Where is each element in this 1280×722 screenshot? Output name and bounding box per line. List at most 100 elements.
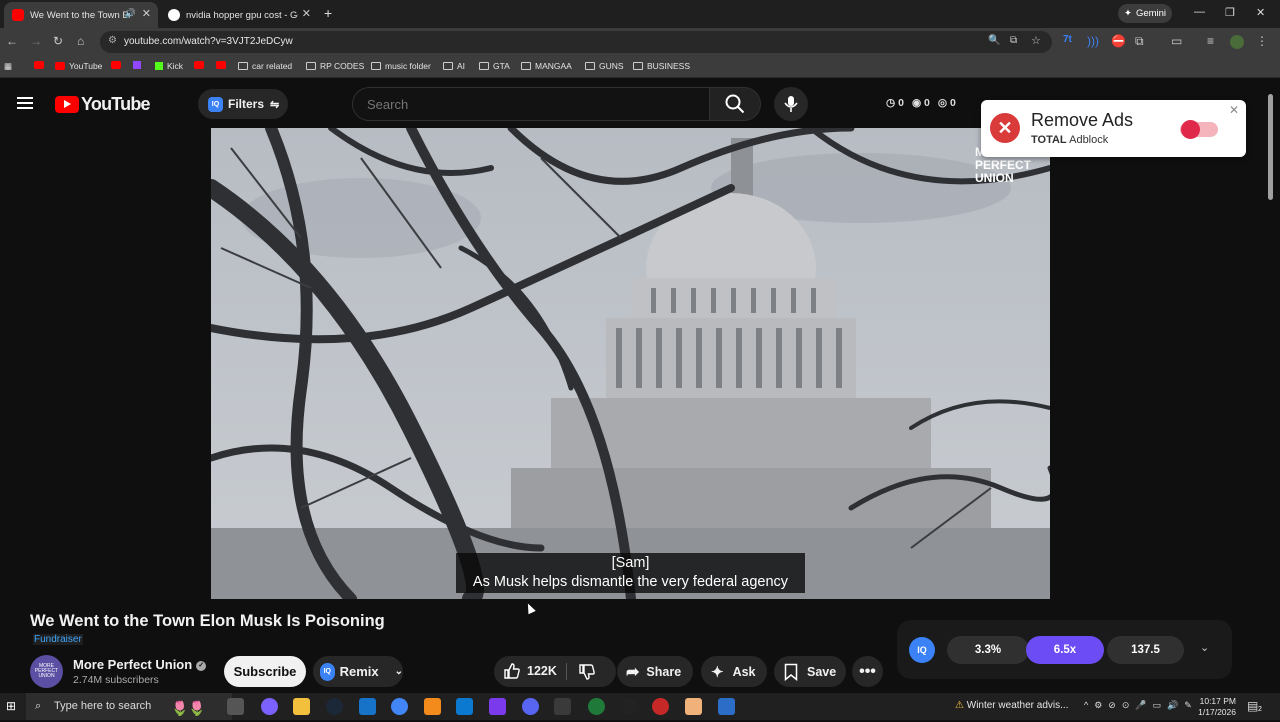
iq-icon[interactable]: IQ — [909, 637, 935, 663]
speaker-icon[interactable]: 🔊 — [125, 8, 136, 19]
taskbar-clock[interactable]: 10:17 PM 1/17/2026 — [1190, 696, 1236, 718]
app-icon[interactable] — [456, 698, 473, 715]
bookmark-folder[interactable]: music folder — [371, 61, 431, 71]
back-icon[interactable]: ← — [6, 34, 18, 48]
zoom-icon[interactable]: 🔍 — [988, 35, 1000, 46]
minimize-icon[interactable]: — — [1194, 6, 1205, 18]
app-icon[interactable] — [554, 698, 571, 715]
bookmark-folder[interactable]: MANGAA — [521, 61, 572, 71]
extensions-icon[interactable]: ⧉ — [1135, 34, 1144, 49]
logo-text: YouTube — [81, 94, 151, 114]
tab-google-search[interactable]: nvidia hopper gpu cost - Google Search ✕ — [160, 2, 318, 28]
close-tab-icon[interactable]: ✕ — [302, 7, 311, 20]
steam-icon[interactable] — [326, 698, 343, 715]
task-view-icon[interactable] — [227, 698, 244, 715]
system-tray-icons[interactable]: ^⚙⊘⊙🎤▭🔊✎ — [1084, 700, 1198, 711]
bookmark-youtube[interactable] — [216, 61, 230, 69]
bookmark-folder[interactable]: RP CODES — [306, 61, 364, 71]
bookmark-star-icon[interactable]: ☆ — [1031, 34, 1041, 47]
profile-avatar[interactable] — [1230, 35, 1244, 49]
share-button[interactable]: ➦ Share — [617, 656, 693, 687]
bookmark-folder[interactable]: GUNS — [585, 61, 624, 71]
reload-icon[interactable]: ↻ — [53, 34, 63, 48]
home-icon[interactable]: ⌂ — [77, 34, 84, 48]
close-window-icon[interactable]: ✕ — [1256, 6, 1265, 19]
notepad-icon[interactable] — [685, 698, 702, 715]
media-icon[interactable]: ≡ — [1207, 34, 1214, 48]
notification-icon[interactable]: ▤ — [1247, 699, 1258, 713]
sparkle-icon: ✦ — [1123, 8, 1132, 19]
youtube-logo[interactable]: YouTube — [55, 94, 151, 115]
copilot-icon[interactable] — [261, 698, 278, 715]
new-tab-button[interactable]: + — [324, 5, 332, 21]
extension-iq-icon[interactable]: 7t — [1063, 34, 1072, 45]
site-info-icon[interactable]: ⚙ — [108, 35, 117, 46]
filters-button[interactable]: IQ Filters ⇋ — [198, 89, 288, 119]
address-bar[interactable]: ⚙ youtube.com/watch?v=3VJT2JeDCyw 🔍 ⧉ ☆ — [100, 31, 1052, 53]
chevron-down-icon[interactable]: ⌄ — [395, 666, 403, 677]
video-player[interactable] — [211, 128, 1050, 599]
page-scrollbar[interactable] — [1266, 88, 1275, 692]
gemini-label: Gemini — [1135, 8, 1167, 19]
adblock-x-icon: ✕ — [990, 113, 1020, 143]
voice-search-button[interactable] — [774, 87, 808, 121]
bookmark-youtube[interactable] — [34, 61, 48, 69]
chevron-down-icon[interactable]: ⌄ — [1200, 641, 1209, 654]
bookmark-folder[interactable]: GTA — [479, 61, 510, 71]
gemini-button[interactable]: ✦ Gemini — [1118, 4, 1172, 23]
remix-button[interactable]: IQ Remix ⌄ — [313, 656, 403, 687]
speed-multiplier[interactable]: 6.5x — [1026, 636, 1104, 664]
taskbar-search[interactable]: ⌕ Type here to search 🌷🌷 — [26, 693, 232, 720]
fundraiser-badge[interactable]: Fundraiser — [33, 634, 83, 645]
bookmark-folder[interactable]: car related — [238, 61, 292, 71]
channel-name[interactable]: More Perfect Union ✓ — [73, 657, 207, 672]
forward-icon[interactable]: → — [30, 34, 42, 48]
youtube-icon — [55, 62, 65, 70]
discord-icon[interactable] — [522, 698, 539, 715]
more-actions-button[interactable]: ••• — [852, 656, 883, 687]
app-icon[interactable] — [620, 698, 637, 715]
calculator-icon[interactable] — [718, 698, 735, 715]
ask-button[interactable]: ✦ Ask — [701, 656, 767, 687]
scrollbar-thumb[interactable] — [1268, 94, 1273, 200]
weather-widget[interactable]: ⚠ Winter weather advis... — [955, 700, 1068, 711]
app-icon[interactable] — [652, 698, 669, 715]
remove-ads-toggle[interactable] — [1180, 120, 1218, 139]
bookmark-youtube[interactable] — [194, 61, 208, 69]
search-button[interactable] — [709, 87, 761, 121]
bookmark-twitch[interactable] — [133, 61, 145, 69]
bookmark-youtube[interactable]: YouTube — [55, 61, 102, 71]
chrome-icon[interactable] — [391, 698, 408, 715]
apps-icon[interactable]: ▦ — [4, 61, 12, 72]
bookmark-youtube[interactable] — [111, 61, 125, 69]
bookmark-kick[interactable]: Kick — [155, 61, 183, 71]
store-icon[interactable] — [359, 698, 376, 715]
hamburger-menu-icon[interactable] — [17, 97, 33, 109]
bookmark-folder[interactable]: AI — [443, 61, 465, 71]
speed-value[interactable]: 137.5 — [1107, 636, 1184, 664]
chrome-icon[interactable] — [588, 698, 605, 715]
tab-youtube-video[interactable]: We Went to the Town Elon Musk Is Poisoni… — [4, 2, 158, 28]
subscribe-button[interactable]: Subscribe — [224, 656, 306, 687]
restore-icon[interactable]: ❐ — [1225, 6, 1235, 19]
save-label: Save — [807, 664, 837, 679]
tab-search-icon[interactable]: ▭ — [1171, 34, 1182, 48]
bookmark-folder[interactable]: BUSINESS — [633, 61, 690, 71]
app-icon[interactable] — [489, 698, 506, 715]
close-popup-icon[interactable]: ✕ — [1229, 103, 1239, 117]
adblock-extension-icon[interactable]: ⛔ — [1111, 34, 1126, 48]
file-explorer-icon[interactable] — [293, 698, 310, 715]
vlc-icon[interactable] — [424, 698, 441, 715]
menu-icon[interactable]: ⋮ — [1256, 34, 1268, 48]
search-input[interactable] — [352, 87, 709, 121]
install-icon[interactable]: ⧉ — [1010, 35, 1017, 46]
save-button[interactable]: Save — [774, 656, 846, 687]
remove-ads-popup[interactable]: ✕ Remove Ads TOTAL Adblock ✕ — [981, 100, 1246, 157]
speed-percent[interactable]: 3.3% — [947, 636, 1029, 664]
like-button[interactable] — [503, 662, 521, 683]
close-tab-icon[interactable]: ✕ — [142, 7, 151, 20]
windows-start-icon[interactable]: ⊞ — [6, 699, 16, 713]
dislike-button[interactable] — [578, 663, 596, 684]
extension-wave-icon[interactable]: ))) — [1087, 34, 1099, 48]
channel-avatar[interactable]: MORE PERFECT UNION — [30, 655, 63, 688]
